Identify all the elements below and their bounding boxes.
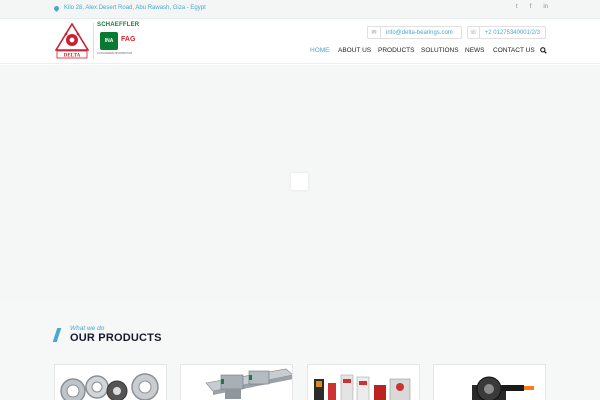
slider-loader xyxy=(291,173,308,190)
hero-slider xyxy=(0,65,600,301)
map-pin-icon xyxy=(52,4,61,12)
fag-logo: FAG xyxy=(121,36,136,43)
linear-guide-image xyxy=(205,368,292,399)
nav-products[interactable]: PRODUCTS xyxy=(378,47,414,54)
phone-icon: ☏ xyxy=(468,27,480,38)
nav-news[interactable]: NEWS xyxy=(465,47,485,54)
delta-logo-text: DELTA xyxy=(64,54,81,59)
nav-about-us[interactable]: ABOUT US xyxy=(338,47,371,54)
product-card-linear-guides[interactable] xyxy=(180,364,293,400)
envelope-icon: ✉ xyxy=(368,27,381,38)
facebook-icon[interactable]: f xyxy=(530,4,532,10)
product-card-bearings[interactable] xyxy=(54,364,167,400)
ina-logo: INA xyxy=(100,32,118,50)
phone-text[interactable]: +2 01275340001/2/3 xyxy=(480,30,545,36)
authorized-distributor-label: AUTHORIZED DISTRIBUTOR xyxy=(97,52,133,55)
section-title: OUR PRODUCTS xyxy=(70,332,162,344)
product-card-maintenance-tools[interactable] xyxy=(307,364,420,400)
social-links: t f in xyxy=(516,4,548,10)
section-subtitle: What we do xyxy=(70,325,105,332)
schaeffler-wordmark: SCHAEFFLER xyxy=(97,22,140,28)
condition-monitoring-image xyxy=(472,376,534,400)
phone-contact[interactable]: ☏ +2 01275340001/2/3 xyxy=(467,26,546,39)
address-text: Kilo 28, Alex Desert Road, Abu Rawash, G… xyxy=(64,5,206,11)
search-icon[interactable] xyxy=(540,47,547,54)
maintenance-tools-image xyxy=(314,374,411,400)
address: Kilo 28, Alex Desert Road, Abu Rawash, G… xyxy=(52,4,206,12)
nav-home[interactable]: HOME xyxy=(310,47,330,54)
top-bar: Kilo 28, Alex Desert Road, Abu Rawash, G… xyxy=(0,0,600,19)
section-accent-slash xyxy=(52,328,62,342)
email-text[interactable]: info@delta-bearings.com xyxy=(381,30,458,36)
email-contact[interactable]: ✉ info@delta-bearings.com xyxy=(367,26,462,39)
bearings-image xyxy=(60,373,159,400)
linkedin-icon[interactable]: in xyxy=(543,4,548,10)
product-card-condition-monitoring[interactable] xyxy=(433,364,546,400)
delta-logo[interactable]: DELTA xyxy=(55,23,89,59)
logo-divider xyxy=(93,23,94,59)
nav-solutions[interactable]: SOLUTIONS xyxy=(421,47,459,54)
twitter-icon[interactable]: t xyxy=(516,4,518,10)
products-section: What we do OUR PRODUCTS xyxy=(0,301,600,400)
schaeffler-logo[interactable]: SCHAEFFLER INA FAG AUTHORIZED DISTRIBUTO… xyxy=(97,22,147,62)
nav-contact-us[interactable]: CONTACT US xyxy=(493,47,535,54)
site-header: DELTA SCHAEFFLER INA FAG AUTHORIZED DIST… xyxy=(0,19,600,64)
